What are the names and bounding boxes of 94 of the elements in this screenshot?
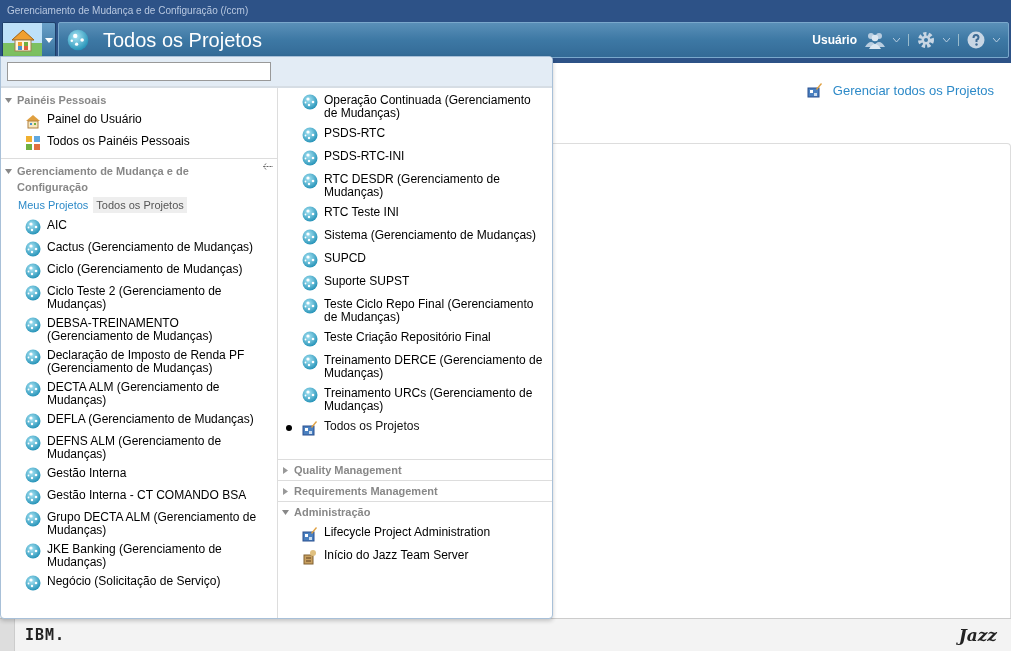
menu-item[interactable]: DEFLA (Gerenciamento de Mudanças) [1,410,277,432]
globe-icon [302,173,318,189]
menu-item[interactable]: Cactus (Gerenciamento de Mudanças) [1,238,277,260]
globe-icon [25,381,41,397]
globe-icon [302,229,318,245]
section-header[interactable]: Painéis Pessoais [17,92,273,108]
globe-icon [25,241,41,257]
menu-item[interactable]: Operação Continuada (Gerenciamento de Mudanças) [278,90,552,123]
manage-projects-link[interactable]: Gerenciar todos os Projetos [832,82,994,98]
menu-item[interactable]: Ciclo Teste 2 (Gerenciamento de Mudanças) [1,282,277,314]
jazz-logo: Jazz [958,625,997,645]
globe-icon [302,206,318,222]
section-header[interactable]: Quality Management [294,462,548,478]
search-field[interactable] [7,62,271,81]
globe-icon [302,94,318,110]
chevron-icon[interactable] [943,37,950,43]
menu-item[interactable]: PSDS-RTC [278,123,552,146]
globe-icon [302,150,318,166]
house-icon [9,27,36,53]
globe-icon [302,298,318,314]
globe-icon [25,435,41,451]
section-header[interactable]: Administração [294,504,548,520]
globe-icon [25,575,41,591]
expanded-triangle-icon[interactable] [5,168,12,175]
menu-item[interactable]: AIC [1,216,277,238]
menu-item[interactable]: Painel do Usuário [1,110,277,132]
settings-icon[interactable] [917,31,935,49]
menu-item[interactable]: Grupo DECTA ALM (Gerenciamento de Mudanças) [1,508,277,540]
globe-icon [302,387,318,403]
menu-item[interactable]: Declaração de Imposto de Renda PF (Gerenciamento de Mudanças) [1,346,277,378]
app-title: Gerenciamento de Mudança e de Configuração (/ccm) [6,4,250,18]
menu-item[interactable]: JKE Banking (Gerenciamento de Mudanças) [1,540,277,572]
server-icon [302,549,318,565]
menu-item[interactable]: DEFNS ALM (Gerenciamento de Mudanças) [1,432,277,464]
manage-projects-icon [302,526,318,542]
menu-item[interactable]: RTC Teste INI [278,202,552,225]
menu-item[interactable]: Teste Criação Repositório Final [278,327,552,350]
menu-item[interactable]: Gestão Interna [1,464,277,486]
expanded-triangle-icon[interactable] [5,97,12,104]
menu-item[interactable]: Sistema (Gerenciamento de Mudanças) [278,225,552,248]
menu-item[interactable]: Gestão Interna - CT COMANDO BSA [1,486,277,508]
menu-item[interactable]: Treinamento URCs (Gerenciamento de Mudanças) [278,383,552,416]
globe-icon [302,252,318,268]
ibm-logo: IBM. [25,626,66,644]
page-title: Todos os Projetos [103,28,262,52]
menu-item[interactable]: Treinamento DERCE (Gerenciamento de Mudanças) [278,350,552,383]
house-icon [25,113,41,129]
home-menu-button[interactable] [2,22,56,58]
menu-item[interactable]: Ciclo (Gerenciamento de Mudanças) [1,260,277,282]
user-name[interactable]: Usuário [812,33,857,47]
menu-item[interactable]: Negócio (Solicitação de Serviço) [1,572,277,594]
manage-projects-icon [302,420,318,436]
filter-tab[interactable]: Meus Projetos [15,197,92,213]
current-bullet [286,425,292,431]
menu-item[interactable]: DEBSA-TREINAMENTO (Gerenciamento de Mudanças) [1,314,277,346]
menu-item[interactable]: PSDS-RTC-INI [278,146,552,169]
dropdown-icon [44,37,53,43]
collapse-arrow-icon[interactable] [263,163,273,170]
globe-icon [25,263,41,279]
filter-tab[interactable]: Todos os Projetos [93,197,187,213]
globe-icon [25,219,41,235]
globe-icon [25,349,41,365]
manage-projects-icon [806,82,823,98]
collapsed-triangle-icon[interactable] [282,488,289,495]
menu-item[interactable]: Início do Jazz Team Server [278,545,552,568]
globe-icon [302,275,318,291]
globe-icon [25,467,41,483]
expanded-triangle-icon[interactable] [282,509,289,516]
globe-icon [25,413,41,429]
globe-icon [25,285,41,301]
users-icon[interactable] [865,31,885,49]
help-icon[interactable] [967,31,985,49]
globe-icon [302,331,318,347]
menu-item[interactable]: Todos os Projetos [278,416,552,439]
menu-item[interactable]: Todos os Painéis Pessoais [1,132,277,154]
menu-item[interactable]: Lifecycle Project Administration [278,522,552,545]
collapsed-triangle-icon[interactable] [282,467,289,474]
dashboards-icon [25,135,41,151]
section-header[interactable]: Gerenciamento de Mudança e de Configuração [17,163,258,195]
globe-icon [25,511,41,527]
globe-icon [25,317,41,333]
menu-item[interactable]: Teste Ciclo Repo Final (Gerenciamento de Mudanças) [278,294,552,327]
menu-item[interactable]: DECTA ALM (Gerenciamento de Mudanças) [1,378,277,410]
section-header[interactable]: Requirements Management [294,483,548,499]
menu-item[interactable]: SUPCD [278,248,552,271]
chevron-icon[interactable] [993,37,1000,43]
menu-item[interactable]: Suporte SUPST [278,271,552,294]
globe-icon [25,489,41,505]
globe-icon [25,543,41,559]
chevron-icon[interactable] [893,37,900,43]
globe-icon [302,127,318,143]
globe-icon [302,354,318,370]
menu-item[interactable]: RTC DESDR (Gerenciamento de Mudanças) [278,169,552,202]
globe-icon [67,29,89,51]
